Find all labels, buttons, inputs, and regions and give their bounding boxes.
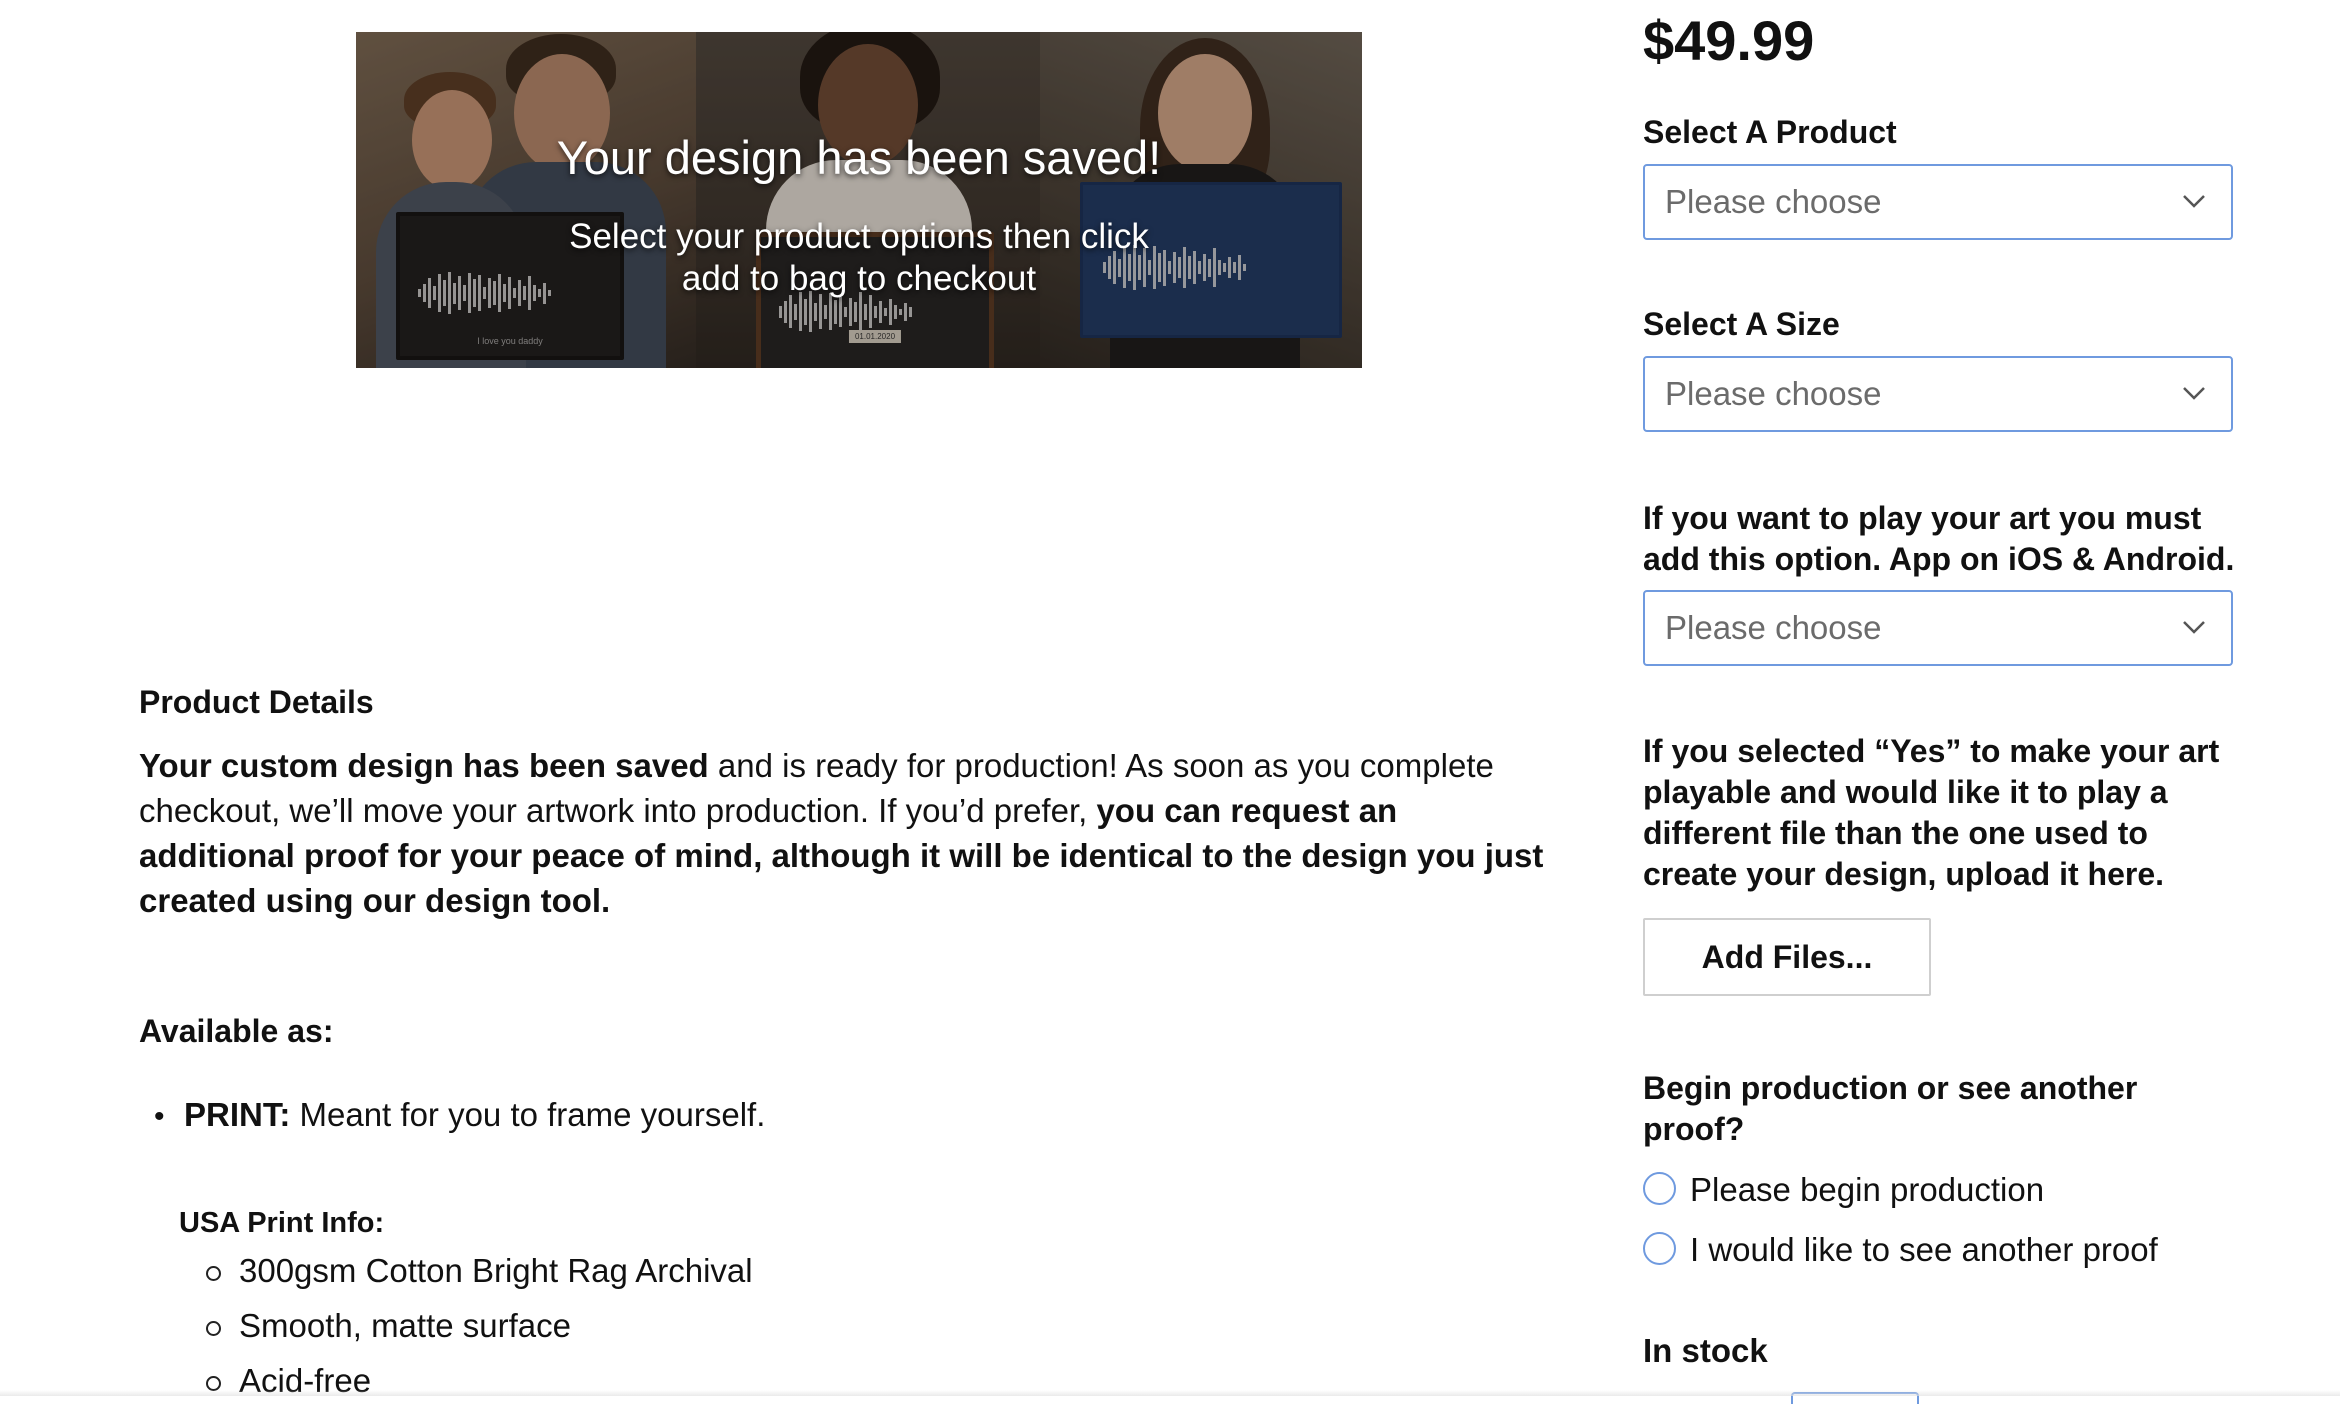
- dropdown-value: Please choose: [1665, 375, 1882, 412]
- label-line: If you want to play your art you must: [1643, 500, 2202, 536]
- select-size-label: Select A Size: [1643, 306, 1840, 342]
- dropdown-value: Please choose: [1665, 609, 1882, 646]
- stock-status: In stock: [1643, 1332, 1768, 1369]
- list-item: Smooth, matte surface: [206, 1301, 753, 1356]
- format-description: Meant for you to frame yourself.: [290, 1096, 766, 1133]
- label-line: If you selected “Yes” to make your art: [1643, 733, 2220, 769]
- product-price: $49.99: [1643, 9, 1815, 72]
- select-product-label: Select A Product: [1643, 114, 1897, 150]
- add-files-button[interactable]: Add Files...: [1643, 918, 1931, 996]
- available-formats-list: PRINT: Meant for you to frame yourself.: [158, 1096, 765, 1134]
- hero-subtitle-line: Select your product options then click: [569, 217, 1149, 256]
- radio-circle-icon[interactable]: [1643, 1171, 1676, 1205]
- label-line: create your design, upload it here.: [1643, 856, 2165, 892]
- chevron-down-icon: [2183, 621, 2205, 634]
- radio-label: Please begin production: [1690, 1171, 2045, 1208]
- label-line: proof?: [1643, 1111, 1745, 1147]
- radio-begin-production[interactable]: Please begin production: [1643, 1170, 2044, 1210]
- radio-label: I would like to see another proof: [1690, 1231, 2158, 1268]
- label-line: Begin production or see another: [1643, 1070, 2138, 1106]
- label-line: playable and would like it to play a: [1643, 774, 2168, 810]
- usa-print-info-list: 300gsm Cotton Bright Rag Archival Smooth…: [206, 1246, 753, 1411]
- product-details-heading: Product Details: [139, 684, 374, 720]
- playable-option-label: If you want to play your art you must ad…: [1643, 498, 2234, 580]
- hero-subtitle-line: add to bag to checkout: [681, 259, 1037, 298]
- list-item: Acid-free: [206, 1356, 753, 1411]
- upload-file-label: If you selected “Yes” to make your art p…: [1643, 731, 2219, 895]
- hero-title: Your design has been saved!: [556, 131, 1162, 184]
- format-label: PRINT:: [184, 1096, 291, 1133]
- chevron-down-icon: [2183, 195, 2205, 208]
- label-line: different file than the one used to: [1643, 815, 2148, 851]
- hero-subtitle: Select your product options then click a…: [356, 216, 1362, 300]
- available-as-heading: Available as:: [139, 1013, 334, 1049]
- chevron-down-icon: [2183, 387, 2205, 400]
- dropdown-value: Please choose: [1665, 183, 1882, 220]
- usa-print-info-heading: USA Print Info:: [179, 1207, 385, 1239]
- list-item: 300gsm Cotton Bright Rag Archival: [206, 1246, 753, 1301]
- hero-banner-image: I love you daddy 01.01.2020 Your design …: [356, 32, 1362, 368]
- product-details-paragraph: Your custom design has been saved and is…: [139, 743, 1559, 923]
- playable-option-dropdown[interactable]: Please choose: [1643, 590, 2233, 666]
- select-product-dropdown[interactable]: Please choose: [1643, 164, 2233, 240]
- select-size-dropdown[interactable]: Please choose: [1643, 356, 2233, 432]
- list-item: PRINT: Meant for you to frame yourself.: [158, 1096, 765, 1134]
- radio-circle-icon[interactable]: [1643, 1231, 1676, 1265]
- label-line: add this option. App on iOS & Android.: [1643, 541, 2235, 577]
- radio-see-another-proof[interactable]: I would like to see another proof: [1643, 1230, 2158, 1270]
- proof-question-label: Begin production or see another proof?: [1643, 1068, 2137, 1150]
- details-bold-text: Your custom design has been saved: [139, 747, 709, 784]
